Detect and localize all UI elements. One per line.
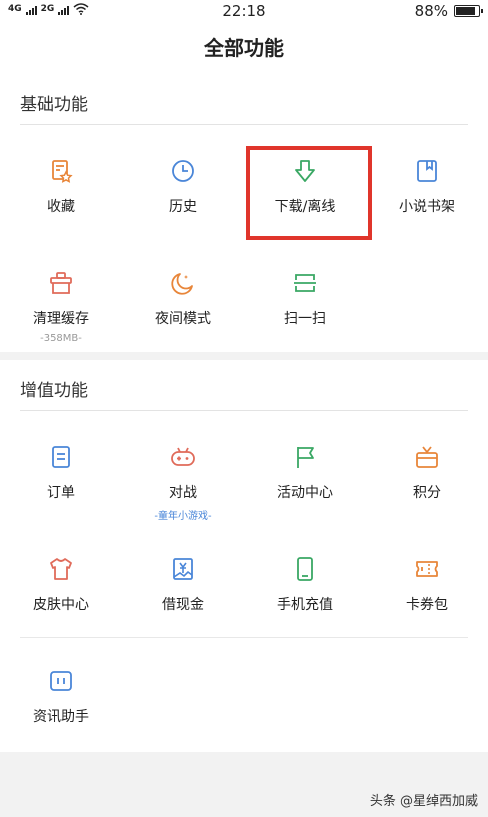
feature-novel-bookshelf[interactable]: 小说书架 <box>366 158 488 216</box>
cache-size-label: -358MB- <box>40 333 82 344</box>
battery-area: 88% <box>414 2 483 20</box>
feature-label: 资讯助手 <box>33 709 89 725</box>
clock-icon <box>172 160 194 182</box>
feature-clear-cache[interactable]: 清理缓存 -358MB- <box>0 270 122 344</box>
watermark: 头条 @星绰西加威 <box>369 794 478 809</box>
ticket-icon <box>416 561 438 577</box>
feature-label: 借现金 <box>162 597 204 613</box>
feature-points[interactable]: 积分 <box>366 444 488 502</box>
highlight-box <box>246 146 372 240</box>
feature-activity-center[interactable]: 活动中心 <box>244 444 366 502</box>
gamepad-icon <box>171 447 195 466</box>
feature-label: 收藏 <box>47 199 75 215</box>
mini-games-label: -童年小游戏- <box>154 511 212 522</box>
section-divider <box>20 410 468 411</box>
bookmark-star-icon <box>52 160 73 183</box>
shirt-icon <box>50 558 72 580</box>
value-added-section: 增值功能 订单 对战 -童年小游戏- 活动中心 积分 皮肤中心 借现金 手机充值… <box>0 360 488 752</box>
feature-label: 卡券包 <box>406 597 448 613</box>
battery-percent: 88% <box>414 2 448 20</box>
feature-phone-recharge[interactable]: 手机充值 <box>244 556 366 614</box>
feature-label: 夜间模式 <box>155 311 211 327</box>
section-title-basic: 基础功能 <box>20 95 88 115</box>
gift-tv-icon <box>416 446 438 468</box>
feature-news-assistant[interactable]: 资讯助手 <box>0 668 122 726</box>
feature-label: 订单 <box>47 485 75 501</box>
clean-basket-icon <box>50 272 72 294</box>
status-bar: 4G 2G 22:18 88% <box>0 0 488 22</box>
feature-borrow-cash[interactable]: 借现金 <box>122 556 244 614</box>
feature-label: 皮肤中心 <box>33 597 89 613</box>
feature-label: 对战 <box>169 485 197 501</box>
feature-coupon-wallet[interactable]: 卡券包 <box>366 556 488 614</box>
feature-scan[interactable]: 扫一扫 <box>244 270 366 328</box>
feature-night-mode[interactable]: 夜间模式 <box>122 270 244 328</box>
feature-orders[interactable]: 订单 <box>0 444 122 502</box>
feature-skin-center[interactable]: 皮肤中心 <box>0 556 122 614</box>
battery-icon <box>454 5 483 17</box>
feature-label: 小说书架 <box>399 199 455 215</box>
scan-icon <box>294 274 316 292</box>
section-title-value-added: 增值功能 <box>20 381 88 401</box>
page-title: 全部功能 <box>0 22 488 74</box>
feature-label: 历史 <box>169 199 197 215</box>
feature-label: 清理缓存 <box>33 311 89 327</box>
cash-icon <box>173 558 193 580</box>
basic-functions-section: 基础功能 收藏 历史 下载/离线 小说书架 清理缓存 -358MB- 夜间模式 … <box>0 74 488 352</box>
book-icon <box>417 160 437 182</box>
section-divider <box>20 124 468 125</box>
feature-label: 手机充值 <box>277 597 333 613</box>
feature-label: 活动中心 <box>277 485 333 501</box>
phone-icon <box>297 557 313 581</box>
feature-history[interactable]: 历史 <box>122 158 244 216</box>
flag-icon <box>297 447 314 468</box>
feature-favorites[interactable]: 收藏 <box>0 158 122 216</box>
feature-label: 扫一扫 <box>284 311 326 327</box>
row-divider <box>20 637 468 638</box>
news-icon <box>50 671 72 691</box>
order-icon <box>52 446 70 468</box>
moon-icon <box>171 273 193 295</box>
feature-label: 积分 <box>413 485 441 501</box>
feature-battle[interactable]: 对战 -童年小游戏- <box>122 444 244 522</box>
